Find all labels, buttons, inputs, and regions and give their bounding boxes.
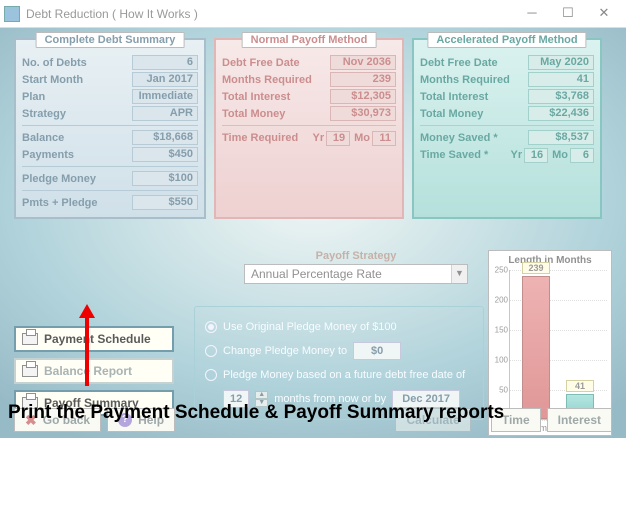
cds-no-debts-lbl: No. of Debts <box>22 57 87 69</box>
cds-pmtspledge-lbl: Pmts + Pledge <box>22 197 98 209</box>
cds-payments: $450 <box>132 147 198 162</box>
chart-title: Length in Months <box>489 255 611 266</box>
norm-mo: 11 <box>372 131 396 146</box>
payment-schedule-label: Payment Schedule <box>44 332 151 346</box>
app-icon <box>4 6 20 22</box>
payoff-strategy-value: Annual Percentage Rate <box>245 265 451 283</box>
cds-payments-lbl: Payments <box>22 149 74 161</box>
norm-months: 239 <box>330 72 396 87</box>
window-titlebar: Debt Reduction ( How It Works ) ─ ☐ ✕ <box>0 0 626 28</box>
cds-balance: $18,668 <box>132 130 198 145</box>
norm-debtfree-lbl: Debt Free Date <box>222 57 300 69</box>
printer-icon <box>22 365 38 377</box>
accel-title: Accelerated Payoff Method <box>427 32 586 48</box>
accel-interest: $3,768 <box>528 89 594 104</box>
accel-months: 41 <box>528 72 594 87</box>
norm-months-lbl: Months Required <box>222 74 312 86</box>
cds-pledge: $100 <box>132 171 198 186</box>
option-change-pledge-label: Change Pledge Money to <box>223 345 347 357</box>
accel-payoff-panel: Accelerated Payoff Method Debt Free Date… <box>412 38 602 219</box>
balance-report-button[interactable]: Balance Report <box>14 358 174 384</box>
cds-no-debts: 6 <box>132 55 198 70</box>
window-title: Debt Reduction ( How It Works ) <box>26 7 514 21</box>
cds-pledge-lbl: Pledge Money <box>22 173 96 185</box>
accel-debtfree-lbl: Debt Free Date <box>420 57 498 69</box>
accel-money-lbl: Total Money <box>420 108 483 120</box>
accel-savedmoney-lbl: Money Saved * <box>420 132 498 144</box>
normal-payoff-panel: Normal Payoff Method Debt Free DateNov 2… <box>214 38 404 219</box>
norm-yr-lbl: Yr <box>312 132 324 144</box>
complete-debt-summary-panel: Complete Debt Summary No. of Debts6 Star… <box>14 38 206 219</box>
maximize-button[interactable]: ☐ <box>550 4 586 24</box>
normal-title: Normal Payoff Method <box>242 32 377 48</box>
option-change-pledge-radio[interactable] <box>205 345 217 357</box>
payment-schedule-button[interactable]: Payment Schedule <box>14 326 174 352</box>
interest-button[interactable]: Interest <box>547 408 612 432</box>
payoff-strategy-dropdown[interactable]: Annual Percentage Rate ▼ <box>244 264 468 284</box>
accel-mo: 6 <box>570 148 594 163</box>
accel-mo-lbl: Mo <box>552 149 568 161</box>
cds-plan: Immediate <box>132 89 198 104</box>
option-original-pledge-label: Use Original Pledge Money of $100 <box>223 321 397 333</box>
accel-months-lbl: Months Required <box>420 74 510 86</box>
option-future-date-label: Pledge Money based on a future debt free… <box>223 369 465 381</box>
norm-money-lbl: Total Money <box>222 108 285 120</box>
norm-time-lbl: Time Required <box>222 132 312 144</box>
minimize-button[interactable]: ─ <box>514 4 550 24</box>
accel-money: $22,436 <box>528 106 594 121</box>
norm-debtfree: Nov 2036 <box>330 55 396 70</box>
cds-start: Jan 2017 <box>132 72 198 87</box>
cds-plan-lbl: Plan <box>22 91 45 103</box>
norm-interest: $12,305 <box>330 89 396 104</box>
cds-strategy-lbl: Strategy <box>22 108 66 120</box>
option-original-pledge-radio[interactable] <box>205 321 217 333</box>
cds-balance-lbl: Balance <box>22 132 64 144</box>
annotation-caption: Print the Payment Schedule & Payoff Summ… <box>8 402 504 424</box>
accel-yr: 16 <box>524 148 548 163</box>
cds-title: Complete Debt Summary <box>36 32 185 48</box>
cds-strategy: APR <box>132 106 198 121</box>
annotation-arrow <box>85 316 89 386</box>
accel-debtfree: May 2020 <box>528 55 594 70</box>
payoff-strategy-label: Payoff Strategy <box>244 250 468 262</box>
norm-interest-lbl: Total Interest <box>222 91 290 103</box>
cds-start-lbl: Start Month <box>22 74 83 86</box>
chevron-down-icon: ▼ <box>451 265 467 283</box>
norm-yr: 19 <box>326 131 350 146</box>
change-pledge-input[interactable]: $0 <box>353 342 401 360</box>
accel-savedtime-lbl: Time Saved * <box>420 149 510 161</box>
close-button[interactable]: ✕ <box>586 4 622 24</box>
norm-money: $30,973 <box>330 106 396 121</box>
printer-icon <box>22 333 38 345</box>
option-future-date-radio[interactable] <box>205 369 217 381</box>
accel-yr-lbl: Yr <box>510 149 522 161</box>
norm-mo-lbl: Mo <box>354 132 370 144</box>
accel-savedmoney: $8,537 <box>528 130 594 145</box>
cds-pmtspledge: $550 <box>132 195 198 210</box>
accel-interest-lbl: Total Interest <box>420 91 488 103</box>
